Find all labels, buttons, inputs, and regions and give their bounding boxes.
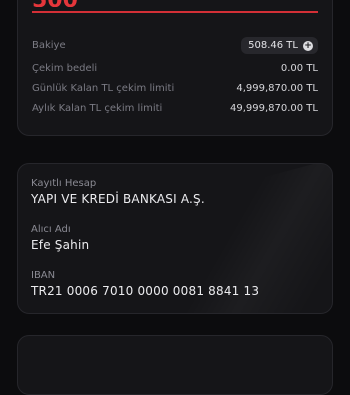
- iban-label: IBAN: [31, 270, 56, 281]
- amount-input[interactable]: 500: [32, 0, 78, 7]
- fee-row: Çekim bedeli 0.00 TL: [32, 63, 318, 74]
- recipient-name: Efe Şahin: [31, 238, 90, 252]
- monthly-limit-label: Aylık Kalan TL çekim limiti: [32, 103, 163, 114]
- fee-label: Çekim bedeli: [32, 63, 98, 74]
- monthly-limit-row: Aylık Kalan TL çekim limiti 49,999,870.0…: [32, 103, 318, 114]
- balance-value: 508.46 TL: [248, 40, 298, 51]
- withdrawal-summary-card: 500 Bakiye 508.46 TL + Çekim bedeli 0.00…: [17, 0, 333, 136]
- bank-name: YAPI VE KREDİ BANKASI A.Ş.: [31, 192, 205, 206]
- monthly-limit-value: 49,999,870.00 TL: [229, 103, 318, 114]
- balance-badge[interactable]: 508.46 TL +: [241, 37, 318, 54]
- balance-label: Bakiye: [32, 40, 66, 51]
- daily-limit-value: 4,999,870.00 TL: [236, 83, 318, 94]
- plus-circle-icon[interactable]: +: [303, 40, 313, 51]
- recipient-label: Alıcı Adı: [31, 224, 71, 235]
- daily-limit-row: Günlük Kalan TL çekim limiti 4,999,870.0…: [32, 83, 318, 94]
- registered-account-label: Kayıtlı Hesap: [31, 178, 97, 189]
- iban-value: TR21 0006 7010 0000 0081 8841 13: [31, 284, 260, 298]
- next-card: [17, 335, 333, 395]
- balance-row: Bakiye 508.46 TL +: [32, 37, 318, 54]
- amount-underline: [32, 11, 318, 13]
- daily-limit-label: Günlük Kalan TL çekim limiti: [32, 83, 175, 94]
- registered-account-card[interactable]: Kayıtlı Hesap YAPI VE KREDİ BANKASI A.Ş.…: [17, 163, 333, 314]
- fee-value: 0.00 TL: [280, 63, 318, 74]
